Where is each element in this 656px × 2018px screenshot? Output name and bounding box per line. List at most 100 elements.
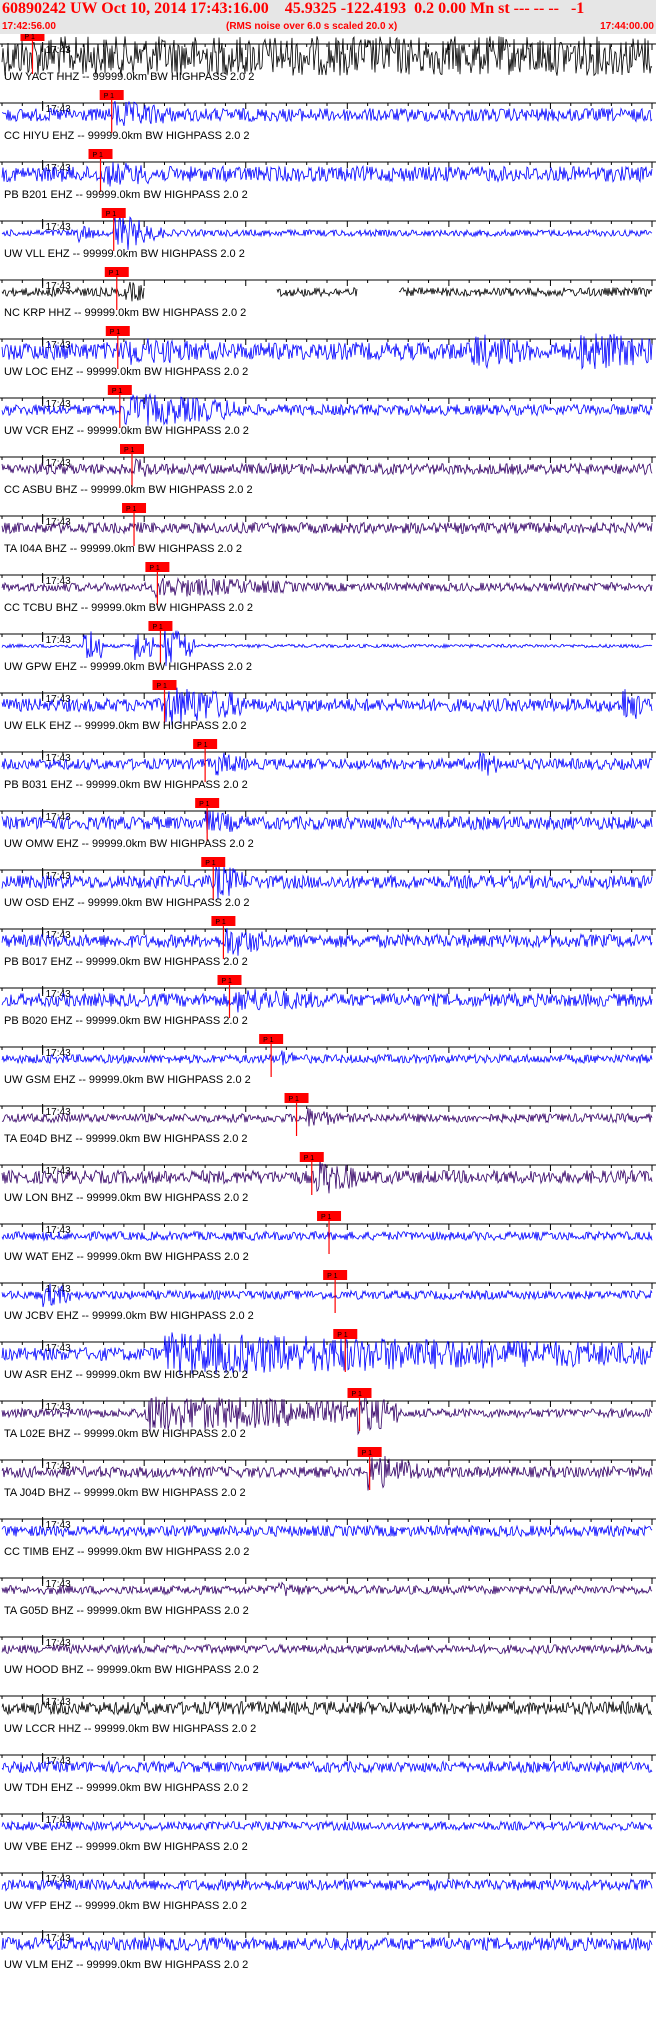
- station-label: TA J04D BHZ -- 99999.0km BW HIGHPASS 2.0…: [4, 1487, 246, 1499]
- trace-row: 17:43P 1UW WAT EHZ -- 99999.0km BW HIGHP…: [0, 1211, 656, 1263]
- waveform: [1, 752, 653, 776]
- station-label: UW LCCR HHZ -- 99999.0km BW HIGHPASS 2.0…: [4, 1723, 256, 1735]
- station-label: CC ASBU BHZ -- 99999.0km BW HIGHPASS 2.0…: [4, 484, 253, 496]
- trace-row: 17:43P 1UW ASR EHZ -- 99999.0km BW HIGHP…: [0, 1329, 656, 1381]
- trace-row: 17:43P 1PB B201 EHZ -- 99999.0km BW HIGH…: [0, 149, 656, 201]
- pick-label: P 1: [327, 1273, 337, 1280]
- trace-row: 17:43P 1UW ELK EHZ -- 99999.0km BW HIGHP…: [0, 680, 656, 732]
- waveform: [1, 1524, 653, 1538]
- station-label: PB B017 EHZ -- 99999.0km BW HIGHPASS 2.0…: [4, 956, 248, 968]
- waveform: [1, 1050, 653, 1066]
- station-label: UW HOOD BHZ -- 99999.0km BW HIGHPASS 2.0…: [4, 1664, 259, 1676]
- trace-row: 17:43P 1UW JCBV EHZ -- 99999.0km BW HIGH…: [0, 1270, 656, 1322]
- station-label: UW LOC EHZ -- 99999.0km BW HIGHPASS 2.0 …: [4, 366, 248, 378]
- station-label: UW VLL EHZ -- 99999.0km BW HIGHPASS 2.0 …: [4, 248, 245, 260]
- minute-label: 17:43: [46, 1107, 71, 1118]
- station-label: UW LON BHZ -- 99999.0km BW HIGHPASS 2.0 …: [4, 1192, 248, 1204]
- pick-label: P 1: [93, 152, 103, 159]
- pick-label: P 1: [112, 388, 122, 395]
- waveform: [1, 521, 653, 535]
- station-label: UW VCR EHZ -- 99999.0km BW HIGHPASS 2.0 …: [4, 425, 249, 437]
- waveform: [1, 1699, 653, 1716]
- header-bar: 60890242 UW Oct 10, 2014 17:43:16.00 45.…: [0, 0, 656, 34]
- pick-label: P 1: [337, 1332, 347, 1339]
- station-label: UW ASR EHZ -- 99999.0km BW HIGHPASS 2.0 …: [4, 1369, 248, 1381]
- waveform: [1, 1820, 653, 1832]
- trace-row: 17:43UW HOOD BHZ -- 99999.0km BW HIGHPAS…: [0, 1635, 656, 1676]
- minute-label: 17:43: [46, 1461, 71, 1472]
- trace-row: 17:43P 1UW VLL EHZ -- 99999.0km BW HIGHP…: [0, 208, 656, 260]
- pick-label: P 1: [362, 1450, 372, 1457]
- end-time: 17:44:00.00: [600, 21, 654, 32]
- trace-row: 17:43P 1UW VCR EHZ -- 99999.0km BW HIGHP…: [0, 385, 656, 437]
- pick-label: P 1: [199, 801, 209, 808]
- pick-label: P 1: [104, 93, 114, 100]
- trace-row: 17:43TA G05D BHZ -- 99999.0km BW HIGHPAS…: [0, 1576, 656, 1617]
- trace-row: 17:43P 1CC ASBU BHZ -- 99999.0km BW HIGH…: [0, 444, 656, 496]
- station-label: UW VLM EHZ -- 99999.0km BW HIGHPASS 2.0 …: [4, 1959, 248, 1971]
- pick-label: P 1: [352, 1391, 362, 1398]
- pick-label: P 1: [157, 683, 167, 690]
- station-label: UW VFP EHZ -- 99999.0km BW HIGHPASS 2.0 …: [4, 1900, 247, 1912]
- pick-label: P 1: [205, 860, 215, 867]
- trace-row: 17:43P 1UW GSM EHZ -- 99999.0km BW HIGHP…: [0, 1034, 656, 1086]
- waveform: [1, 577, 653, 599]
- trace-row: 17:43P 1UW YACT HHZ -- 99999.0km BW HIGH…: [0, 34, 656, 83]
- station-label: UW TDH EHZ -- 99999.0km BW HIGHPASS 2.0 …: [4, 1782, 248, 1794]
- trace-row: 17:43CC TIMB EHZ -- 99999.0km BW HIGHPAS…: [0, 1517, 656, 1558]
- trace-row: 17:43P 1UW OSD EHZ -- 99999.0km BW HIGHP…: [0, 857, 656, 909]
- pick-label: P 1: [197, 742, 207, 749]
- trace-row: 17:43 P 1 TA J04D BHZ -- 99999.0km BW HIGH…: [0, 1447, 656, 1499]
- station-label: UW YACT HHZ -- 99999.0km BW HIGHPASS 2.0…: [4, 71, 254, 83]
- pick-label: P 1: [222, 978, 232, 985]
- station-label: CC HIYU EHZ -- 99999.0km BW HIGHPASS 2.0…: [4, 130, 250, 142]
- waveform: [1, 928, 653, 956]
- minute-label: 17:43: [46, 635, 71, 646]
- pick-label: P 1: [126, 506, 136, 513]
- trace-row: 17:43UW VBE EHZ -- 99999.0km BW HIGHPASS…: [0, 1812, 656, 1853]
- pick-label: P 1: [106, 211, 116, 218]
- station-label: TA G05D BHZ -- 99999.0km BW HIGHPASS 2.0…: [4, 1605, 249, 1617]
- trace-row: 17:43P 1CC HIYU EHZ -- 99999.0km BW HIGH…: [0, 90, 656, 142]
- station-label: UW JCBV EHZ -- 99999.0km BW HIGHPASS 2.0…: [4, 1310, 254, 1322]
- waveform: [1, 1760, 653, 1774]
- trace-row: 17:43UW VLM EHZ -- 99999.0km BW HIGHPASS…: [0, 1930, 656, 1971]
- waveform: [1, 281, 653, 302]
- trace-row: 17:43P 1PB B020 EHZ -- 99999.0km BW HIGH…: [0, 975, 656, 1027]
- station-label: PB B031 EHZ -- 99999.0km BW HIGHPASS 2.0…: [4, 779, 248, 791]
- trace-row: 17:43P 1TA I04A BHZ -- 99999.0km BW HIGH…: [0, 503, 656, 555]
- waveform: [1, 1283, 653, 1308]
- minute-label: 17:43: [46, 930, 71, 941]
- pick-label: P 1: [263, 1037, 273, 1044]
- trace-row: 17:43P 1CC TCBU BHZ -- 99999.0km BW HIGH…: [0, 562, 656, 614]
- minute-label: 17:43: [46, 1697, 71, 1708]
- pick-label: P 1: [110, 329, 120, 336]
- trace-row: 17:43 P 1 TA E04D BHZ -- 99999.0km BW HIGH…: [0, 1093, 656, 1145]
- waveform: [1, 162, 653, 187]
- station-label: UW ELK EHZ -- 99999.0km BW HIGHPASS 2.0 …: [4, 720, 246, 732]
- pick-label: P 1: [24, 34, 34, 41]
- trace-row: 17:43UW TDH EHZ -- 99999.0km BW HIGHPASS…: [0, 1753, 656, 1794]
- station-label: CC TCBU BHZ -- 99999.0km BW HIGHPASS 2.0…: [4, 602, 253, 614]
- station-label: UW WAT EHZ -- 99999.0km BW HIGHPASS 2.0 …: [4, 1251, 249, 1263]
- station-label: CC TIMB EHZ -- 99999.0km BW HIGHPASS 2.0…: [4, 1546, 249, 1558]
- pick-label: P 1: [321, 1214, 331, 1221]
- station-label: UW OSD EHZ -- 99999.0km BW HIGHPASS 2.0 …: [4, 897, 250, 909]
- waveform: [1, 1643, 653, 1655]
- trace-row: 17:43UW VFP EHZ -- 99999.0km BW HIGHPASS…: [0, 1871, 656, 1912]
- pick-label: P 1: [289, 1096, 299, 1103]
- station-label: PB B201 EHZ -- 99999.0km BW HIGHPASS 2.0…: [4, 189, 248, 201]
- waveform: [1, 1581, 653, 1597]
- pick-label: P 1: [109, 270, 119, 277]
- trace-row: 17:43P 1UW LON BHZ -- 99999.0km BW HIGHP…: [0, 1152, 656, 1204]
- waveform: [1, 457, 653, 477]
- rms-note: (RMS noise over 6.0 s scaled 20.0 x): [226, 21, 398, 32]
- trace-row: 17:43P 1UW OMW EHZ -- 99999.0km BW HIGHP…: [0, 798, 656, 850]
- waveform: [1, 1230, 653, 1242]
- pick-label: P 1: [215, 919, 225, 926]
- waveform: [1, 36, 653, 77]
- station-label: TA L02E BHZ -- 99999.0km BW HIGHPASS 2.0…: [4, 1428, 246, 1440]
- trace-row: 17:43P 1UW LOC EHZ -- 99999.0km BW HIGHP…: [0, 326, 656, 378]
- station-label: TA E04D BHZ -- 99999.0km BW HIGHPASS 2.0…: [4, 1133, 248, 1145]
- trace-row: 17:43P 1PB B031 EHZ -- 99999.0km BW HIGH…: [0, 739, 656, 791]
